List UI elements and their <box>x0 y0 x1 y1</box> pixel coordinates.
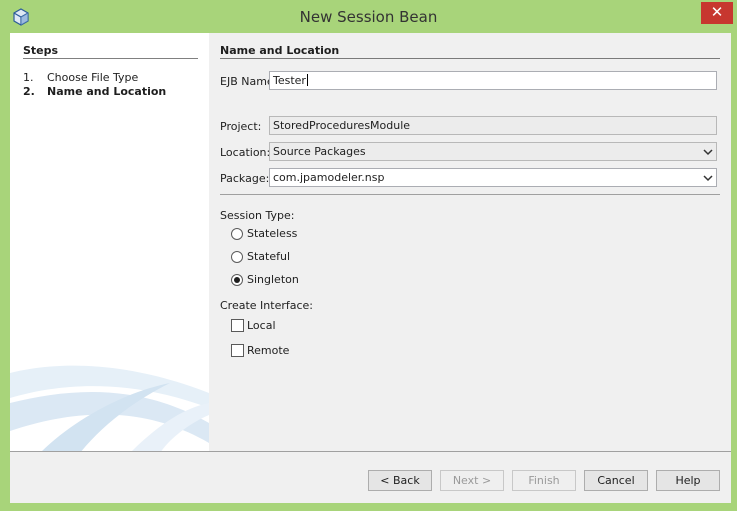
remote-checkbox[interactable] <box>231 344 244 357</box>
steps-divider <box>23 58 198 59</box>
session-type-label: Session Type: <box>220 209 295 222</box>
cancel-button[interactable]: Cancel <box>584 470 648 491</box>
project-label: Project: <box>220 120 262 133</box>
project-field: StoredProceduresModule <box>269 116 717 135</box>
ejb-name-value: Tester <box>273 74 306 87</box>
create-interface-label: Create Interface: <box>220 299 314 312</box>
separator <box>220 194 720 195</box>
steps-title: Steps <box>23 44 59 57</box>
stateful-label[interactable]: Stateful <box>247 250 290 263</box>
window-title: New Session Bean <box>299 8 438 26</box>
stateless-label[interactable]: Stateless <box>247 227 297 240</box>
singleton-radio[interactable] <box>231 274 243 286</box>
finish-button[interactable]: Finish <box>512 470 576 491</box>
location-label: Location: <box>220 146 271 159</box>
text-caret <box>306 74 308 86</box>
back-button[interactable]: < Back <box>368 470 432 491</box>
dialog-window: New Session Bean ✕ Steps 1. Choose File T… <box>0 0 737 511</box>
section-title: Name and Location <box>220 44 340 57</box>
title-bar[interactable]: New Session Bean ✕ <box>0 0 737 34</box>
step-label: Name and Location <box>47 85 167 98</box>
section-divider <box>220 58 720 59</box>
step-number: 1. <box>23 71 34 84</box>
stateless-radio[interactable] <box>231 228 243 240</box>
local-checkbox[interactable] <box>231 319 244 332</box>
swoosh-decoration <box>10 365 209 451</box>
local-label[interactable]: Local <box>247 319 276 332</box>
singleton-label[interactable]: Singleton <box>247 273 299 286</box>
remote-label[interactable]: Remote <box>247 344 289 357</box>
step-label: Choose File Type <box>47 71 139 84</box>
chevron-down-icon <box>703 175 713 182</box>
name-and-location-panel: Name and Location EJB Name: Tester Proje… <box>209 33 731 451</box>
location-select[interactable]: Source Packages <box>269 142 717 161</box>
next-button[interactable]: Next > <box>440 470 504 491</box>
steps-panel: Steps 1. Choose File Type 2. Name and Loca… <box>10 33 209 451</box>
footer-divider <box>10 451 731 452</box>
package-value: com.jpamodeler.nsp <box>273 171 385 184</box>
package-label: Package: <box>220 172 270 185</box>
step-number: 2. <box>23 85 35 98</box>
help-button[interactable]: Help <box>656 470 720 491</box>
close-icon: ✕ <box>710 3 724 21</box>
package-combo[interactable]: com.jpamodeler.nsp <box>269 168 717 187</box>
location-value: Source Packages <box>273 145 366 158</box>
ejb-name-input[interactable]: Tester <box>269 71 717 90</box>
dialog-body: Steps 1. Choose File Type 2. Name and Loca… <box>10 33 731 503</box>
chevron-down-icon <box>703 149 713 156</box>
close-button[interactable]: ✕ <box>701 2 733 24</box>
stateful-radio[interactable] <box>231 251 243 263</box>
step-choose-file-type: 1. Choose File Type <box>23 71 138 84</box>
step-name-and-location: 2. Name and Location <box>23 85 166 98</box>
